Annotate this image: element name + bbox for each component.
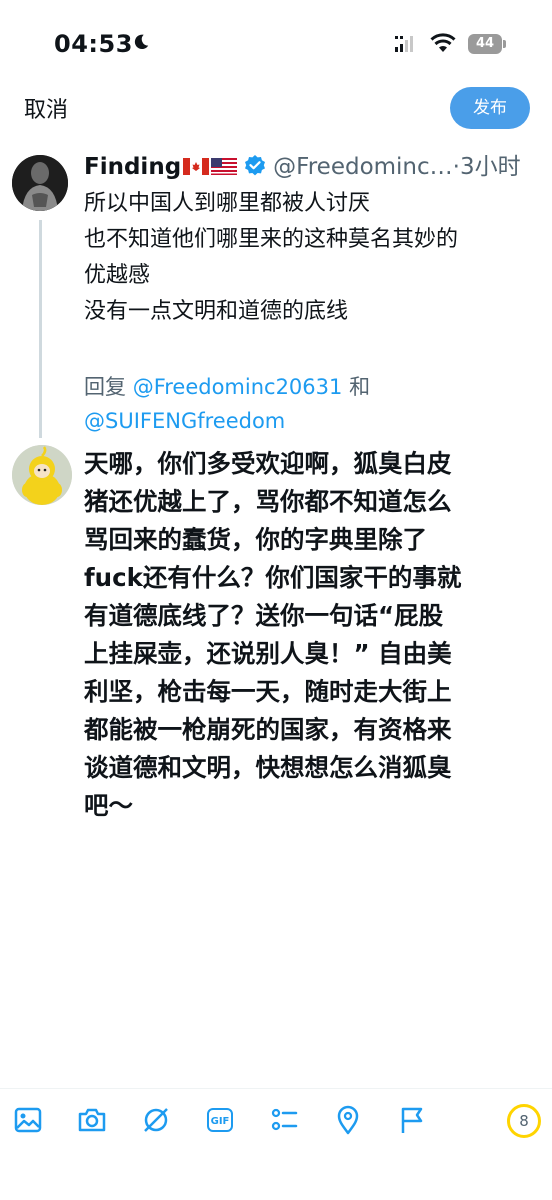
replying-conjunction: 和 bbox=[342, 375, 371, 399]
moon-icon bbox=[134, 34, 149, 50]
poll-icon[interactable] bbox=[268, 1104, 300, 1136]
image-icon[interactable] bbox=[12, 1104, 44, 1136]
verified-badge-icon bbox=[245, 155, 266, 176]
original-tweet-text: 所以中国人到哪里都被人讨厌 也不知道他们哪里来的这种莫名其妙的 优越感 没有一点… bbox=[84, 186, 524, 330]
grok-icon[interactable] bbox=[140, 1104, 172, 1136]
author-handle[interactable]: @Freedominc… bbox=[273, 154, 453, 180]
reply-line: 猪还优越上了，骂你都不知道怎么 bbox=[84, 487, 452, 516]
thread-connector-line bbox=[39, 220, 42, 438]
status-bar: 04:53 44 bbox=[0, 0, 552, 90]
reply-line: 利坚，枪击每一天，随时走大街上 bbox=[84, 677, 452, 706]
tweet-line: 也不知道他们哪里来的这种莫名其妙的 bbox=[84, 227, 459, 252]
reply-line: 骂回来的蠢货，你的字典里除了 bbox=[84, 525, 427, 554]
character-counter: 8 bbox=[507, 1104, 541, 1138]
flag-icon[interactable] bbox=[396, 1104, 428, 1136]
wifi-icon bbox=[430, 33, 456, 52]
original-tweet-header: Finding @Freedominc…·3小时 bbox=[84, 150, 544, 184]
camera-icon[interactable] bbox=[76, 1104, 108, 1136]
tweet-line: 所以中国人到哪里都被人讨厌 bbox=[84, 191, 371, 216]
reply-line: 都能被一枪崩死的国家，有资格来 bbox=[84, 715, 452, 744]
location-icon[interactable] bbox=[332, 1104, 364, 1136]
mention-link[interactable]: @Freedominc20631 bbox=[133, 375, 343, 399]
battery-indicator: 44 bbox=[468, 34, 502, 54]
cellular-signal-icon bbox=[395, 36, 413, 52]
avatar-photo-icon bbox=[12, 155, 68, 211]
tweet-time: 3小时 bbox=[459, 154, 521, 180]
original-author-avatar[interactable] bbox=[12, 155, 68, 211]
battery-tip bbox=[503, 40, 506, 48]
battery-level: 44 bbox=[475, 36, 495, 51]
gif-icon[interactable]: GIF bbox=[207, 1108, 233, 1132]
us-flag-icon bbox=[211, 158, 238, 175]
reply-line: 上挂屎壶，还说别人臭！” 自由美 bbox=[84, 639, 452, 668]
reply-line: 天哪，你们多受欢迎啊，狐臭白皮 bbox=[84, 449, 452, 478]
post-button[interactable]: 发布 bbox=[450, 87, 530, 129]
canada-flag-icon bbox=[183, 158, 210, 175]
author-name[interactable]: Finding bbox=[84, 154, 181, 180]
cancel-button[interactable]: 取消 bbox=[24, 92, 68, 124]
user-avatar[interactable] bbox=[12, 445, 72, 505]
replying-prefix: 回复 bbox=[84, 375, 133, 399]
toolbar-divider bbox=[0, 1088, 552, 1089]
reply-line: 有道德底线了？送你一句话“屁股 bbox=[84, 601, 444, 630]
reply-line: 谈道德和文明，快想想怎么消狐臭 bbox=[84, 753, 452, 782]
tweet-line: 没有一点文明和道德的底线 bbox=[84, 299, 349, 324]
replying-to: 回复 @Freedominc20631 和 @SUIFENGfreedom bbox=[84, 370, 524, 438]
reply-text-input[interactable]: 天哪，你们多受欢迎啊，狐臭白皮 猪还优越上了，骂你都不知道怎么 骂回来的蠢货，你… bbox=[84, 445, 534, 825]
mention-link[interactable]: @SUIFENGfreedom bbox=[84, 409, 285, 433]
tweet-line: 优越感 bbox=[84, 263, 151, 288]
reply-line: 吧～ bbox=[84, 791, 133, 820]
reply-line: fuck还有什么？你们国家干的事就 bbox=[84, 563, 462, 592]
header-separator: · bbox=[452, 154, 460, 180]
status-time: 04:53 bbox=[54, 30, 133, 58]
avatar-teletubby-icon bbox=[12, 445, 72, 505]
